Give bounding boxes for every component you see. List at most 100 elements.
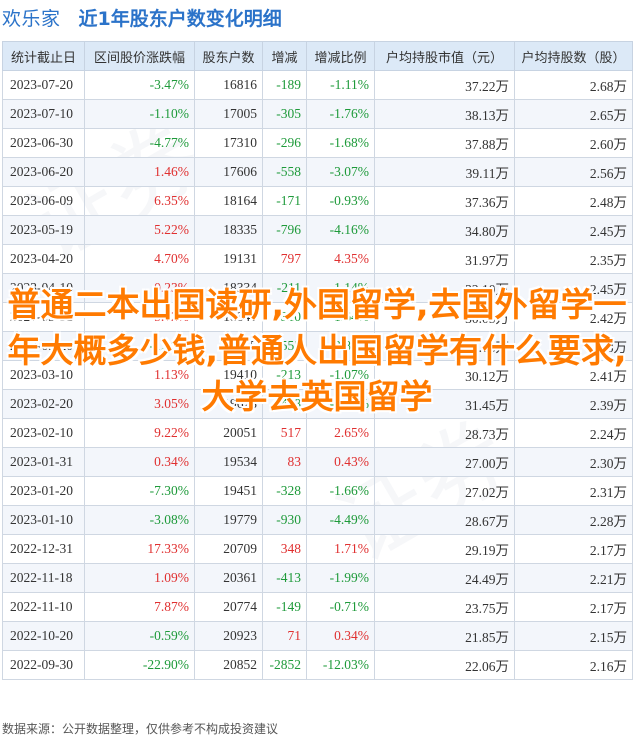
- column-header: 增减: [262, 41, 307, 71]
- cell-change: 1.09%: [84, 563, 195, 593]
- cell-ratio: -1.66%: [306, 476, 375, 506]
- cell-value: 27.02万: [374, 476, 515, 506]
- cell-holders: 18335: [194, 215, 263, 245]
- cell-date: 2023-06-09: [2, 186, 85, 216]
- table-row: 2023-06-09 6.35% 18164 -171 -0.93% 37.36万 2.48…: [2, 186, 633, 216]
- cell-shares: 2.31万: [514, 476, 633, 506]
- table-row: 2023-07-20 -3.47% 16816 -189 -1.11% 37.22万 2.6…: [2, 70, 633, 100]
- cell-holders: 20774: [194, 592, 263, 622]
- cell-holders: 17005: [194, 99, 263, 129]
- cell-delta: -796: [262, 215, 307, 245]
- cell-holders: 20923: [194, 621, 263, 651]
- column-header: 统计截止日: [2, 41, 85, 71]
- cell-holders: 16816: [194, 70, 263, 100]
- table-row: 2023-02-10 9.22% 20051 517 2.65% 28.73万 2.24万: [2, 418, 633, 448]
- cell-value: 37.88万: [374, 128, 515, 158]
- cell-shares: 2.28万: [514, 505, 633, 535]
- cell-ratio: -0.71%: [306, 592, 375, 622]
- cell-holders: 18164: [194, 186, 263, 216]
- cell-change: 4.70%: [84, 244, 195, 274]
- cell-change: -22.90%: [84, 650, 195, 680]
- cell-delta: 83: [262, 447, 307, 477]
- cell-change: 6.35%: [84, 186, 195, 216]
- cell-shares: 2.21万: [514, 563, 633, 593]
- cell-value: 27.00万: [374, 447, 515, 477]
- cell-ratio: -1.76%: [306, 99, 375, 129]
- cell-date: 2023-01-10: [2, 505, 85, 535]
- page-title: 近1年股东户数变化明细: [78, 7, 282, 30]
- cell-holders: 20361: [194, 563, 263, 593]
- cell-date: 2022-11-18: [2, 563, 85, 593]
- cell-holders: 17310: [194, 128, 263, 158]
- cell-date: 2023-01-31: [2, 447, 85, 477]
- cell-value: 29.19万: [374, 534, 515, 564]
- cell-value: 22.06万: [374, 650, 515, 680]
- cell-shares: 2.56万: [514, 157, 633, 187]
- cell-delta: -2852: [262, 650, 307, 680]
- cell-date: 2023-06-30: [2, 128, 85, 158]
- table-row: 2023-01-20 -7.30% 19451 -328 -1.66% 27.02万 2.3…: [2, 476, 633, 506]
- cell-ratio: -3.07%: [306, 157, 375, 187]
- column-header: 股东户数: [194, 41, 263, 71]
- table-row: 2023-04-20 4.70% 19131 797 4.35% 31.97万 2.35万: [2, 244, 633, 274]
- table-row: 2023-07-10 -1.10% 17005 -305 -1.76% 38.13万 2.6…: [2, 99, 633, 129]
- cell-change: 0.34%: [84, 447, 195, 477]
- cell-change: 17.33%: [84, 534, 195, 564]
- cell-value: 37.36万: [374, 186, 515, 216]
- cell-change: 9.22%: [84, 418, 195, 448]
- cell-date: 2023-02-10: [2, 418, 85, 448]
- table-row: 2022-11-18 1.09% 20361 -413 -1.99% 24.49万 2.21…: [2, 563, 633, 593]
- cell-value: 34.80万: [374, 215, 515, 245]
- cell-ratio: 0.43%: [306, 447, 375, 477]
- cell-delta: -296: [262, 128, 307, 158]
- cell-shares: 2.35万: [514, 244, 633, 274]
- cell-date: 2022-10-20: [2, 621, 85, 651]
- cell-shares: 2.17万: [514, 592, 633, 622]
- cell-delta: -189: [262, 70, 307, 100]
- table-row: 2022-10-20 -0.59% 20923 71 0.34% 21.85万 2.15万: [2, 621, 633, 651]
- cell-shares: 2.30万: [514, 447, 633, 477]
- cell-delta: -328: [262, 476, 307, 506]
- cell-change: -7.30%: [84, 476, 195, 506]
- column-header: 户均持股市值（元）: [374, 41, 515, 71]
- cell-date: 2023-07-10: [2, 99, 85, 129]
- cell-change: -3.47%: [84, 70, 195, 100]
- cell-delta: 348: [262, 534, 307, 564]
- cell-ratio: -1.11%: [306, 70, 375, 100]
- cell-shares: 2.60万: [514, 128, 633, 158]
- cell-date: 2023-01-20: [2, 476, 85, 506]
- cell-delta: -558: [262, 157, 307, 187]
- cell-value: 28.67万: [374, 505, 515, 535]
- cell-ratio: -1.99%: [306, 563, 375, 593]
- cell-date: 2023-06-20: [2, 157, 85, 187]
- table-header-row: 统计截止日 区间股价涨跌幅 股东户数 增减 增减比例 户均持股市值（元） 户均持…: [2, 41, 633, 71]
- cell-holders: 20051: [194, 418, 263, 448]
- cell-shares: 2.17万: [514, 534, 633, 564]
- cell-delta: -413: [262, 563, 307, 593]
- cell-shares: 2.16万: [514, 650, 633, 680]
- cell-change: -1.10%: [84, 99, 195, 129]
- cell-holders: 17606: [194, 157, 263, 187]
- cell-delta: -171: [262, 186, 307, 216]
- cell-shares: 2.65万: [514, 99, 633, 129]
- cell-value: 37.22万: [374, 70, 515, 100]
- cell-date: 2022-09-30: [2, 650, 85, 680]
- cell-holders: 19779: [194, 505, 263, 535]
- cell-value: 28.73万: [374, 418, 515, 448]
- cell-holders: 19131: [194, 244, 263, 274]
- table-row: 2023-01-31 0.34% 19534 83 0.43% 27.00万 2.30万: [2, 447, 633, 477]
- cell-delta: -149: [262, 592, 307, 622]
- table-row: 2023-06-30 -4.77% 17310 -296 -1.68% 37.88万 2.6…: [2, 128, 633, 158]
- cell-holders: 20852: [194, 650, 263, 680]
- cell-change: -0.59%: [84, 621, 195, 651]
- cell-value: 31.97万: [374, 244, 515, 274]
- table-row: 2023-05-19 5.22% 18335 -796 -4.16% 34.80万 2.45…: [2, 215, 633, 245]
- cell-ratio: 2.65%: [306, 418, 375, 448]
- cell-holders: 19451: [194, 476, 263, 506]
- footer-note: 数据来源：公开数据整理，仅供参考不构成投资建议: [2, 722, 279, 736]
- cell-shares: 2.15万: [514, 621, 633, 651]
- overlay-banner-text: 普通二本出国读研,外国留学,去国外留学一年大概多少钱,普通人出国留学有什么要求,…: [7, 285, 627, 416]
- cell-ratio: -4.49%: [306, 505, 375, 535]
- cell-change: -3.08%: [84, 505, 195, 535]
- cell-ratio: -4.16%: [306, 215, 375, 245]
